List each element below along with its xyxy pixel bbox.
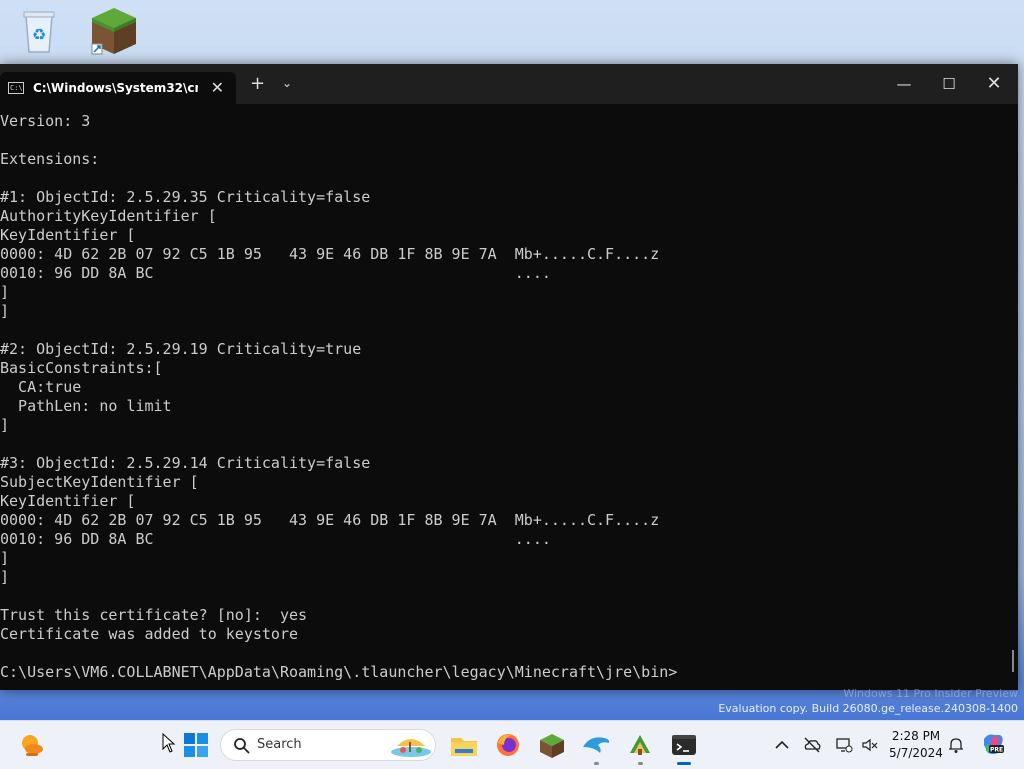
evaluation-watermark: Windows 11 Pro Insider Preview Evaluatio… <box>718 686 1018 716</box>
console-line: ] <box>0 283 10 301</box>
console-line: AuthorityKeyIdentifier [ <box>0 207 217 225</box>
console-line: 0010: 96 DD 8A BC .... <box>0 530 551 548</box>
search-placeholder: Search <box>257 737 302 752</box>
running-indicator <box>638 762 643 765</box>
widgets-weather-icon[interactable] <box>16 729 48 761</box>
console-line: #2: ObjectId: 2.5.29.19 Criticality=true <box>0 340 362 358</box>
console-output[interactable]: Version: 3 Extensions: #1: ObjectId: 2.5.2… <box>0 104 1018 690</box>
console-line: 0010: 96 DD 8A BC .... <box>0 264 551 282</box>
minecraft-launcher-icon[interactable] <box>88 6 148 64</box>
network-ethernet-icon[interactable] <box>834 735 854 755</box>
console-line: Version: 3 <box>0 112 91 130</box>
console-line: KeyIdentifier [ <box>0 226 136 244</box>
console-line: 0000: 4D 62 2B 07 92 C5 1B 95 43 9E 46 D… <box>0 511 660 529</box>
console-line: Trust this certificate? [no]: yes <box>0 606 308 624</box>
file-explorer-icon[interactable] <box>448 729 480 761</box>
new-tab-button[interactable]: + <box>250 73 265 94</box>
start-windows-icon[interactable] <box>180 729 212 761</box>
cmd-icon: C:\ <box>8 82 24 94</box>
watermark-line-2: Evaluation copy. Build 26080.ge_release.… <box>718 702 1018 715</box>
console-line: ] <box>0 568 10 586</box>
search-highlight-icon <box>391 739 431 757</box>
console-line: Extensions: <box>0 150 100 168</box>
console-line: 0000: 4D 62 2B 07 92 C5 1B 95 43 9E 46 D… <box>0 245 660 263</box>
terminal-window: C:\ C:\Windows\System32\cmd.e ✕ + ⌄ — ☐ … <box>0 64 1018 690</box>
minecraft-taskbar-icon[interactable] <box>536 729 568 761</box>
tab-close-icon[interactable]: ✕ <box>211 78 224 97</box>
notification-bell-icon[interactable] <box>946 735 966 755</box>
onedrive-offline-icon[interactable] <box>802 735 822 755</box>
console-line: #1: ObjectId: 2.5.29.35 Criticality=fals… <box>0 188 371 206</box>
mouse-cursor-icon <box>162 732 176 757</box>
taskbar-search[interactable]: Search <box>220 729 436 761</box>
console-line: SubjectKeyIdentifier [ <box>0 473 199 491</box>
show-hidden-icons-chevron-up-icon[interactable] <box>772 735 792 755</box>
search-icon <box>234 738 250 754</box>
svg-text:♻: ♻ <box>32 25 46 44</box>
volume-muted-icon[interactable] <box>860 735 880 755</box>
tab-title: C:\Windows\System32\cmd.e <box>33 81 198 95</box>
maximize-button[interactable]: ☐ <box>929 72 969 96</box>
scrollbar[interactable] <box>1012 650 1014 672</box>
recycle-bin-icon[interactable]: ♻ <box>14 6 74 64</box>
active-indicator <box>677 762 691 765</box>
console-line: BasicConstraints:[ <box>0 359 163 377</box>
console-line: PathLen: no limit <box>0 397 172 415</box>
terminal-taskbar-icon[interactable] <box>668 729 700 765</box>
console-line: ] <box>0 416 10 434</box>
firefox-icon[interactable] <box>492 729 524 761</box>
console-line: CA:true <box>0 378 82 396</box>
copilot-pre-icon[interactable]: PRE <box>980 731 1006 757</box>
console-line: #3: ObjectId: 2.5.29.14 Criticality=fals… <box>0 454 371 472</box>
console-line: Certificate was added to keystore <box>0 625 299 643</box>
svg-text:PRE: PRE <box>990 747 1003 754</box>
console-line: ] <box>0 549 10 567</box>
close-button[interactable]: ✕ <box>974 72 1014 96</box>
clock[interactable]: 2:28 PM 5/7/2024 <box>888 728 944 762</box>
clock-date: 5/7/2024 <box>889 746 943 760</box>
tab-dropdown-chevron-icon[interactable]: ⌄ <box>282 76 292 90</box>
running-indicator <box>594 762 599 765</box>
console-line: KeyIdentifier [ <box>0 492 136 510</box>
console-line: C:\Users\VM6.COLLABNET\AppData\Roaming\.… <box>0 663 678 681</box>
minimize-button[interactable]: — <box>884 72 924 96</box>
watermark-line-1: Windows 11 Pro Insider Preview <box>843 687 1018 700</box>
minecraft-grass-app-icon[interactable] <box>624 729 656 765</box>
console-line: ] <box>0 302 10 320</box>
dolphin-app-icon[interactable] <box>580 729 612 765</box>
tab-cmd[interactable]: C:\ C:\Windows\System32\cmd.e ✕ <box>0 72 236 104</box>
title-bar[interactable]: C:\ C:\Windows\System32\cmd.e ✕ + ⌄ — ☐ … <box>0 64 1018 104</box>
clock-time: 2:28 PM <box>891 729 941 743</box>
taskbar: Search 2:28 PM 5/7/2024 PRE <box>0 720 1024 769</box>
